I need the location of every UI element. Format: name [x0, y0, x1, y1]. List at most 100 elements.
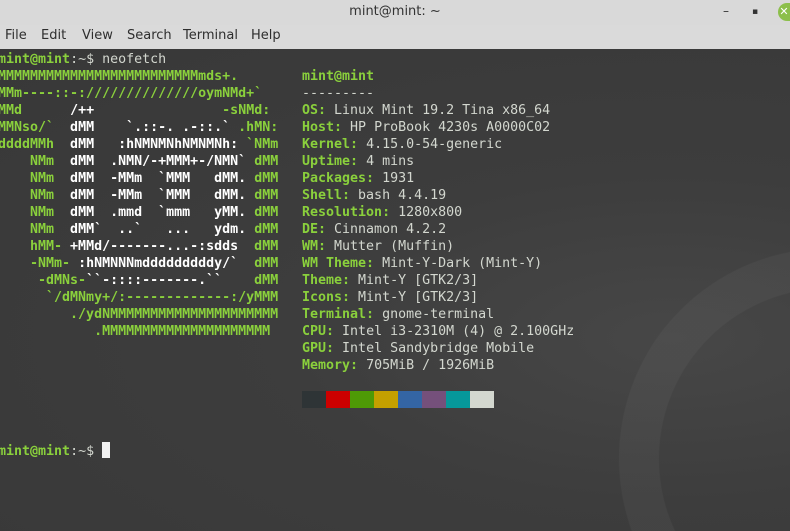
menu-bar: File Edit View Search Terminal Help [0, 25, 790, 49]
info-separator: --------- [302, 86, 375, 101]
prompt-user-host: mint@mint [0, 52, 71, 67]
ascii-segment: dMM `.::-. .-::.` [54, 120, 231, 135]
ascii-segment: dMM [238, 239, 279, 254]
info-header: mint@mint [302, 69, 375, 84]
ascii-logo-line: NMm dMM -MMm `MMM dMM. dMM [0, 188, 278, 203]
info-value: bash 4.4.19 [358, 188, 447, 203]
ascii-segment: dMM [246, 205, 279, 220]
ascii-logo-line: NMm dMM .NMN/-+MMM+-/NMN` dMM [0, 154, 278, 169]
info-colon: : [350, 137, 367, 152]
ascii-logo-line: `/dMNmy+/:-------------:/yMMM [0, 290, 278, 305]
ascii-segment: dMM [246, 154, 279, 169]
ascii-logo-line: -dMNs-``-::::-------.`` dMM [0, 273, 278, 288]
active-prompt: mint@mint:~$ [0, 442, 111, 460]
ascii-segment: dMM -MMm `MMM dMM. [54, 188, 247, 203]
window-title: mint@mint: ~ [349, 4, 441, 19]
info-colon: : [382, 205, 399, 220]
ascii-segment: +MMd/-------...-:sdds [62, 239, 239, 254]
info-label-uptime: Uptime [302, 154, 351, 169]
ascii-segment: NMm [0, 205, 55, 220]
ascii-segment: dMM :hNMNMNhNMNMNh: [54, 137, 239, 152]
close-button[interactable]: ✕ [778, 3, 790, 21]
prompt-path: :~$ [70, 52, 103, 67]
ascii-segment: ``-::::-------.`` [86, 273, 223, 288]
info-value: gnome-terminal [382, 307, 495, 322]
info-colon: : [318, 239, 335, 254]
info-value: 705MiB / 1926MiB [366, 358, 495, 373]
ascii-logo-line: hMM- +MMd/-------...-:sdds dMM [0, 239, 278, 254]
ascii-logo-line: ./ydNMMMMMMMMMMMMMMMMMMMMM [0, 307, 278, 322]
palette-swatch [398, 391, 422, 408]
palette-swatch [326, 391, 350, 408]
info-value: HP ProBook 4230s A0000C02 [350, 120, 551, 135]
menu-file[interactable]: File [5, 28, 27, 43]
ascii-segment: dMM -MMm `MMM dMM. [54, 171, 247, 186]
ascii-segment: `/dMNmy+/:-------------:/yMMM [0, 290, 279, 305]
ascii-logo-line: MMd /++ -sNMd: [0, 103, 270, 118]
maximize-button[interactable]: ▪ [752, 7, 758, 17]
ascii-segment: MMMMMMMMMMMMMMMMMMMMMMMMMmds+. [0, 69, 239, 84]
menu-terminal[interactable]: Terminal [183, 28, 238, 43]
info-value: Mutter (Muffin) [334, 239, 455, 254]
info-colon: : [326, 324, 343, 339]
ascii-segment: ./ydNMMMMMMMMMMMMMMMMMMMMM [0, 307, 279, 322]
ascii-segment: .hMN: [230, 120, 279, 135]
ascii-logo-line: MMm----::-://////////////oymNMd+` [0, 86, 262, 101]
ascii-segment: -NMm- [0, 256, 71, 271]
info-label-shell: Shell [302, 188, 343, 203]
palette-swatch [302, 391, 326, 408]
minimize-button[interactable]: – [723, 4, 729, 18]
ascii-segment: MMm----::-://////////////oymNMd+` [0, 86, 263, 101]
info-value: 1931 [382, 171, 415, 186]
info-label-packages: Packages [302, 171, 367, 186]
info-colon: : [318, 103, 335, 118]
info-colon: : [366, 171, 383, 186]
system-info: mint@mint --------- OS: Linux Mint 19.2 … [302, 68, 574, 374]
title-bar: mint@mint: ~ – ▪ ✕ [0, 0, 790, 25]
mint-ascii-logo: MMMMMMMMMMMMMMMMMMMMMMMMMmds+. MMm----::… [0, 68, 278, 340]
info-colon: : [366, 256, 383, 271]
ascii-segment: .MMMMMMMMMMMMMMMMMMMMM [0, 324, 271, 339]
ascii-segment: dMM .mmd `mmm yMM. [54, 205, 247, 220]
ascii-segment: dMM [246, 171, 279, 186]
palette-swatch [446, 391, 470, 408]
ascii-logo-line: NMm dMM` ..` ... ydm. dMM [0, 222, 278, 237]
info-colon: : [342, 290, 359, 305]
ascii-logo-line: -NMm- :hNMNNNmdddddddddy/` dMM [0, 256, 278, 271]
info-label-os: OS [302, 103, 319, 118]
info-value: Linux Mint 19.2 Tina x86_64 [334, 103, 551, 118]
menu-view[interactable]: View [82, 28, 113, 43]
palette-swatch [350, 391, 374, 408]
prompt-path: :~$ [70, 444, 103, 459]
info-value: 4.15.0-54-generic [366, 137, 503, 152]
ascii-logo-line: NMm dMM .mmd `mmm yMM. dMM [0, 205, 278, 220]
ascii-segment: :hNMNNNmdddddddddy/` [70, 256, 239, 271]
info-label-cpu: CPU [302, 324, 327, 339]
info-value: Cinnamon 4.2.2 [334, 222, 447, 237]
menu-search[interactable]: Search [127, 28, 172, 43]
info-colon: : [366, 307, 383, 322]
ascii-segment: NMm [0, 154, 55, 169]
palette-swatch [374, 391, 398, 408]
info-label-resolution: Resolution [302, 205, 383, 220]
menu-edit[interactable]: Edit [41, 28, 66, 43]
ascii-segment: dMM [238, 256, 279, 271]
info-label-gpu: GPU [302, 341, 327, 356]
info-value: 1280x800 [398, 205, 463, 220]
ascii-segment: dMM [246, 188, 279, 203]
ascii-segment: MMd [0, 103, 23, 118]
terminal-area[interactable]: mint@mint:~$ neofetch MMMMMMMMMMMMMMMMMM… [0, 49, 790, 531]
info-label-theme: Theme [302, 273, 343, 288]
menu-help[interactable]: Help [251, 28, 281, 43]
ascii-segment: dMM [222, 273, 279, 288]
info-colon: : [342, 188, 359, 203]
ascii-segment: NMm [0, 188, 55, 203]
ascii-segment: ddddMMh [0, 137, 55, 152]
color-palette [302, 391, 494, 408]
info-label-wm: WM [302, 239, 319, 254]
info-colon: : [318, 222, 335, 237]
ascii-logo-line: .MMMMMMMMMMMMMMMMMMMMM [0, 324, 270, 339]
info-label-kernel: Kernel [302, 137, 351, 152]
ascii-logo-line: NMm dMM -MMm `MMM dMM. dMM [0, 171, 278, 186]
ascii-segment: dMM` ..` ... ydm. [54, 222, 247, 237]
